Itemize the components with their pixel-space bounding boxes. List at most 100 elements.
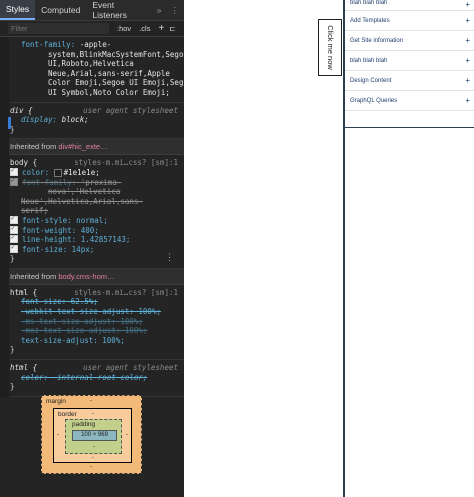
property-text[interactable]: -webkit-text-size-adjust: 100%; bbox=[10, 307, 184, 317]
rule-source-link[interactable]: styles-m.mi…css? [sm]:1 bbox=[74, 288, 184, 298]
box-model-margin[interactable]: margin - border - - - padding 100 × 969 … bbox=[41, 395, 142, 474]
new-rule-button[interactable]: + bbox=[158, 23, 164, 34]
style-rules-list: font-family: -apple- system,BlinkMacSyst… bbox=[0, 37, 184, 397]
page-sidebar-menu: blah blah blah + Add Templates + Get Sit… bbox=[343, 0, 474, 497]
sidebar-item-label: blah blah blah bbox=[350, 57, 388, 64]
border-right-value[interactable]: - bbox=[126, 432, 128, 438]
html-rule: html { styles-m.mi…css? [sm]:1 font-size:… bbox=[10, 285, 184, 361]
rule-selector[interactable]: html { bbox=[10, 363, 37, 372]
scroll-indicator bbox=[8, 117, 11, 129]
property-text[interactable]: -moz-text-size-adjust: 100%; bbox=[10, 326, 184, 336]
rule-close-brace: } bbox=[10, 345, 15, 355]
padding-bottom-value[interactable]: - bbox=[93, 444, 95, 450]
property-checkbox[interactable] bbox=[10, 243, 18, 253]
rule-close-brace: } bbox=[10, 382, 15, 392]
inherited-label: Inherited from bbox=[10, 142, 57, 152]
color-swatch-icon[interactable] bbox=[53, 168, 62, 177]
plus-icon[interactable]: + bbox=[465, 56, 470, 65]
border-top-value[interactable]: - bbox=[92, 411, 94, 417]
inherited-element-link[interactable]: div#hic_exte… bbox=[58, 142, 107, 151]
feedback-tab-label: Click me now bbox=[325, 25, 335, 70]
prop-value-line: Color Emoji,Segoe UI Emoji,Segoe bbox=[48, 78, 184, 88]
rule-menu-icon[interactable]: ⋮ bbox=[165, 254, 174, 264]
box-model-padding[interactable]: padding 100 × 969 - bbox=[65, 419, 122, 454]
sidebar-item-add-templates[interactable]: Add Templates + bbox=[345, 11, 474, 31]
property-text: color: -internal-root-color; bbox=[21, 372, 148, 382]
sidebar-item-blah-2[interactable]: blah blah blah + bbox=[345, 51, 474, 71]
tab-event-listeners[interactable]: Event Listeners bbox=[86, 0, 152, 20]
styles-filter-input[interactable] bbox=[8, 23, 109, 34]
property-text[interactable]: -ms-text-size-adjust: 100%; bbox=[10, 317, 184, 327]
margin-bottom-value[interactable]: - bbox=[90, 464, 92, 470]
sidebar-item-design-content[interactable]: Design Content + bbox=[345, 71, 474, 91]
prop-value[interactable]: 'proxima- bbox=[81, 178, 122, 187]
prop-name[interactable]: font-family: bbox=[22, 178, 76, 187]
prop-name[interactable]: color: bbox=[22, 168, 49, 177]
property-checkbox[interactable] bbox=[10, 176, 18, 186]
rule-source: user agent stylesheet bbox=[83, 105, 178, 115]
sidebar-item-blah-1[interactable]: blah blah blah + bbox=[345, 0, 474, 11]
border-left-value[interactable]: - bbox=[57, 432, 59, 438]
prop-value[interactable]: -apple- bbox=[80, 40, 112, 49]
margin-label: margin bbox=[46, 398, 66, 405]
more-options-icon[interactable]: ⋮ bbox=[166, 0, 185, 20]
hover-state-button[interactable]: :hov bbox=[117, 24, 131, 33]
rule-close-brace: } bbox=[10, 254, 15, 264]
border-bottom-value[interactable]: - bbox=[92, 455, 94, 461]
tabs-overflow-icon[interactable]: » bbox=[153, 0, 166, 20]
prop-name: display: bbox=[21, 115, 58, 125]
sidebar-item-label: Design Content bbox=[350, 77, 392, 84]
prop-name[interactable]: font-family: bbox=[21, 40, 75, 49]
prop-value-line: UI,Roboto,Helvetica bbox=[48, 59, 134, 69]
styles-filter-bar: :hov .cls + ⊏ bbox=[0, 21, 184, 37]
tab-computed[interactable]: Computed bbox=[35, 0, 86, 20]
html-ua-rule: html { user agent stylesheet color: -inte… bbox=[10, 360, 184, 397]
padding-label: padding bbox=[72, 421, 96, 428]
sidebar-item-label: GraphQL Queries bbox=[350, 97, 398, 104]
prop-value-line: Neue,Arial,sans-serif,Apple bbox=[48, 68, 170, 78]
property-text[interactable]: text-size-adjust: 100%; bbox=[10, 336, 184, 346]
sidebar-item-graphql-queries[interactable]: GraphQL Queries + bbox=[345, 91, 474, 111]
box-model-border[interactable]: border - - - padding 100 × 969 - - bbox=[53, 408, 132, 463]
rule-selector[interactable]: div { bbox=[10, 106, 33, 115]
sidebar-item-label: blah blah blah bbox=[350, 0, 388, 6]
property-text[interactable]: font-style: normal; bbox=[22, 216, 108, 225]
margin-top-value[interactable]: - bbox=[90, 398, 92, 404]
rule-source-link[interactable]: styles-m.mi…css? [sm]:1 bbox=[74, 158, 184, 168]
class-toggle-button[interactable]: .cls bbox=[139, 24, 150, 33]
prop-value[interactable]: #1e1e1e; bbox=[64, 168, 100, 177]
box-model-content[interactable]: 100 × 969 bbox=[72, 430, 117, 441]
rule-selector[interactable]: html { bbox=[10, 288, 37, 297]
sidebar-item-label: Get Site information bbox=[350, 37, 404, 44]
sidebar-item-get-site-information[interactable]: Get Site information + bbox=[345, 31, 474, 51]
div-ua-rule: div { user agent stylesheet display: bloc… bbox=[10, 103, 184, 140]
toggle-sidebar-icon[interactable]: ⊏ bbox=[169, 24, 175, 33]
inherited-header: Inherited from div#hic_exte… bbox=[0, 139, 184, 156]
sidebar-divider bbox=[345, 111, 474, 128]
property-text[interactable]: font-size: 62.5%; bbox=[10, 297, 184, 307]
property-text[interactable]: font-size: 14px; bbox=[22, 245, 94, 254]
prop-value: block; bbox=[61, 115, 89, 125]
border-label: border bbox=[58, 411, 77, 418]
plus-icon[interactable]: + bbox=[465, 36, 470, 45]
plus-icon[interactable]: + bbox=[465, 0, 470, 9]
prop-value-line: system,BlinkMacSystemFont,Segoe bbox=[48, 49, 184, 59]
plus-icon[interactable]: + bbox=[465, 76, 470, 85]
property-text[interactable]: font-weight: 400; bbox=[22, 226, 99, 235]
property-text[interactable]: line-height: 1.42857143; bbox=[22, 235, 130, 244]
devtools-tabbar: Styles Computed Event Listeners » ⋮ bbox=[0, 0, 184, 21]
box-model-diagram: margin - border - - - padding 100 × 969 … bbox=[41, 395, 142, 474]
plus-icon[interactable]: + bbox=[465, 16, 470, 25]
devtools-panel: Styles Computed Event Listeners » ⋮ :hov… bbox=[0, 0, 184, 497]
body-rule: body {styles-m.mi…css? [sm]:1 color: #1e… bbox=[10, 155, 184, 269]
font-family-rule: font-family: -apple- system,BlinkMacSyst… bbox=[10, 37, 184, 103]
prop-value-line: serif; bbox=[21, 206, 49, 216]
inherited-header: Inherited from body.cms-hom… bbox=[0, 268, 184, 285]
inherited-element-link[interactable]: body.cms-hom… bbox=[58, 272, 114, 281]
rule-close-brace: } bbox=[10, 124, 15, 134]
prop-value-line: nova','Helvetica bbox=[48, 187, 121, 197]
feedback-tab-button[interactable]: Click me now bbox=[318, 19, 342, 76]
plus-icon[interactable]: + bbox=[465, 96, 470, 105]
rule-source: user agent stylesheet bbox=[83, 363, 178, 373]
tab-styles[interactable]: Styles bbox=[0, 0, 36, 20]
